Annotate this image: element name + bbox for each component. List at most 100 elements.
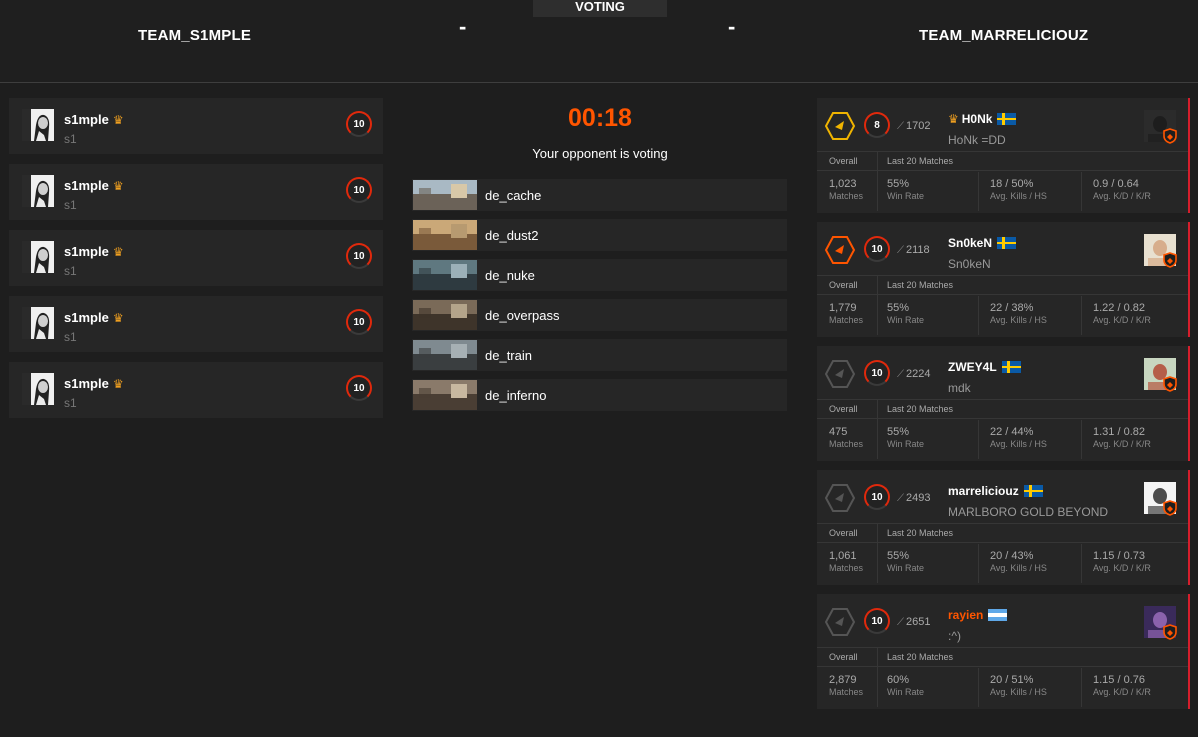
opponent-player-card[interactable]: 10 ⟋ 2651 rayien :^) Overall Last 20 Matc… <box>817 594 1190 709</box>
map-option[interactable]: de_inferno <box>412 379 787 411</box>
player-name-text[interactable]: s1mple <box>64 178 109 193</box>
voting-status: Your opponent is voting <box>532 146 668 161</box>
elo-rating: ⟋ 2651 <box>897 616 930 628</box>
trend-icon: ⟋ <box>897 369 904 380</box>
skill-level-badge: 10 <box>864 236 890 262</box>
opponent-player-tag: MARLBORO GOLD BEYOND <box>948 505 1109 519</box>
skill-level-badge: 10 <box>864 360 890 386</box>
elo-value: 1702 <box>906 120 931 132</box>
shield-icon <box>1163 252 1177 268</box>
elo-value: 2118 <box>906 244 930 256</box>
team-color-bar <box>1188 222 1190 337</box>
player-card[interactable]: s1mple ♛ s1 10 <box>9 98 383 154</box>
player-nickname: s1 <box>64 264 77 278</box>
map-name[interactable]: de_dust2 <box>485 228 539 243</box>
player-name[interactable]: s1mple ♛ <box>64 112 124 127</box>
country-flag-icon <box>997 113 1017 125</box>
player-name[interactable]: s1mple ♛ <box>64 310 124 325</box>
map-option[interactable]: de_cache <box>412 179 787 211</box>
map-option[interactable]: de_train <box>412 339 787 371</box>
opponent-player-name-text[interactable]: Sn0keN <box>948 236 992 250</box>
stats-header: Overall Last 20 Matches <box>817 399 1190 419</box>
stat-winrate: 60% Win Rate <box>887 674 925 697</box>
player-card[interactable]: s1mple ♛ s1 10 <box>9 230 383 286</box>
divider <box>978 544 979 583</box>
last20-header: Last 20 Matches <box>887 404 954 414</box>
player-avatar[interactable] <box>22 175 54 207</box>
player-avatar[interactable] <box>22 373 54 405</box>
stat-kills-hs: 18 / 50% Avg. Kills / HS <box>990 178 1047 201</box>
opponent-player-card[interactable]: 10 ⟋ 2118 Sn0keN Sn0keN Overall Last 20 M… <box>817 222 1190 337</box>
skill-level-badge: 10 <box>864 608 890 634</box>
rank-hexagon-icon <box>824 360 856 388</box>
stat-kd-kr: 1.15 / 0.73 Avg. K/D / K/R <box>1093 550 1151 573</box>
opponent-player-name[interactable]: marreliciouz <box>948 484 1043 498</box>
player-avatar[interactable] <box>22 241 54 273</box>
opponent-player-name-text[interactable]: ZWEY4L <box>948 360 997 374</box>
stats-header: Overall Last 20 Matches <box>817 275 1190 295</box>
opponent-player-card[interactable]: 8 ⟋ 1702 ♛ H0Nk HoNk =DD Overall Last 20 … <box>817 98 1190 213</box>
shield-icon <box>1163 624 1177 640</box>
player-avatar[interactable] <box>22 307 54 339</box>
divider <box>978 420 979 459</box>
rank-hexagon-icon <box>824 112 856 140</box>
map-thumbnail <box>413 380 477 410</box>
divider <box>877 647 878 707</box>
player-name-text[interactable]: s1mple <box>64 376 109 391</box>
country-flag-icon <box>997 237 1017 249</box>
stat-matches: 1,779 Matches <box>829 302 864 325</box>
stat-matches: 475 Matches <box>829 426 864 449</box>
skill-level-badge: 10 <box>346 111 372 137</box>
player-name[interactable]: s1mple ♛ <box>64 376 124 391</box>
elo-value: 2224 <box>906 368 931 380</box>
opponent-player-name-text[interactable]: marreliciouz <box>948 484 1019 498</box>
stats-header: Overall Last 20 Matches <box>817 151 1190 171</box>
stats-header: Overall Last 20 Matches <box>817 647 1190 667</box>
stat-kills-hs: 20 / 51% Avg. Kills / HS <box>990 674 1047 697</box>
rank-hexagon-icon <box>824 608 856 636</box>
player-card[interactable]: s1mple ♛ s1 10 <box>9 362 383 418</box>
stat-matches: 2,879 Matches <box>829 674 864 697</box>
shield-icon <box>1163 500 1177 516</box>
player-name-text[interactable]: s1mple <box>64 244 109 259</box>
divider <box>877 151 878 211</box>
map-name[interactable]: de_train <box>485 348 532 363</box>
divider <box>1081 668 1082 707</box>
opponent-player-name-text[interactable]: rayien <box>948 608 983 622</box>
map-option[interactable]: de_nuke <box>412 259 787 291</box>
map-thumbnail <box>413 260 477 290</box>
opponent-player-name[interactable]: Sn0keN <box>948 236 1017 250</box>
divider <box>877 399 878 459</box>
opponent-player-name-text[interactable]: H0Nk <box>962 112 993 126</box>
map-thumbnail <box>413 340 477 370</box>
player-avatar[interactable] <box>22 109 54 141</box>
player-nickname: s1 <box>64 330 77 344</box>
map-option[interactable]: de_dust2 <box>412 219 787 251</box>
player-name[interactable]: s1mple ♛ <box>64 244 124 259</box>
crown-icon: ♛ <box>112 245 124 259</box>
team-color-bar <box>1188 594 1190 709</box>
opponent-player-card[interactable]: 10 ⟋ 2493 marreliciouz MARLBORO GOLD BEYO… <box>817 470 1190 585</box>
team-color-bar <box>1188 346 1190 461</box>
player-card[interactable]: s1mple ♛ s1 10 <box>9 296 383 352</box>
player-name[interactable]: s1mple ♛ <box>64 178 124 193</box>
map-name[interactable]: de_cache <box>485 188 541 203</box>
divider <box>1081 296 1082 335</box>
skill-level-badge: 10 <box>346 177 372 203</box>
stat-matches: 1,061 Matches <box>829 550 864 573</box>
map-name[interactable]: de_inferno <box>485 388 546 403</box>
stats-header: Overall Last 20 Matches <box>817 523 1190 543</box>
opponent-player-card[interactable]: 10 ⟋ 2224 ZWEY4L mdk Overall Last 20 Matc… <box>817 346 1190 461</box>
player-name-text[interactable]: s1mple <box>64 310 109 325</box>
map-option[interactable]: de_overpass <box>412 299 787 331</box>
player-name-text[interactable]: s1mple <box>64 112 109 127</box>
opponent-player-name[interactable]: ZWEY4L <box>948 360 1021 374</box>
player-card[interactable]: s1mple ♛ s1 10 <box>9 164 383 220</box>
elo-value: 2493 <box>906 492 931 504</box>
map-name[interactable]: de_nuke <box>485 268 535 283</box>
skill-level-badge: 10 <box>864 484 890 510</box>
opponent-player-name[interactable]: ♛ H0Nk <box>948 112 1017 126</box>
map-name[interactable]: de_overpass <box>485 308 559 323</box>
stat-kills-hs: 22 / 38% Avg. Kills / HS <box>990 302 1047 325</box>
opponent-player-name[interactable]: rayien <box>948 608 1008 622</box>
